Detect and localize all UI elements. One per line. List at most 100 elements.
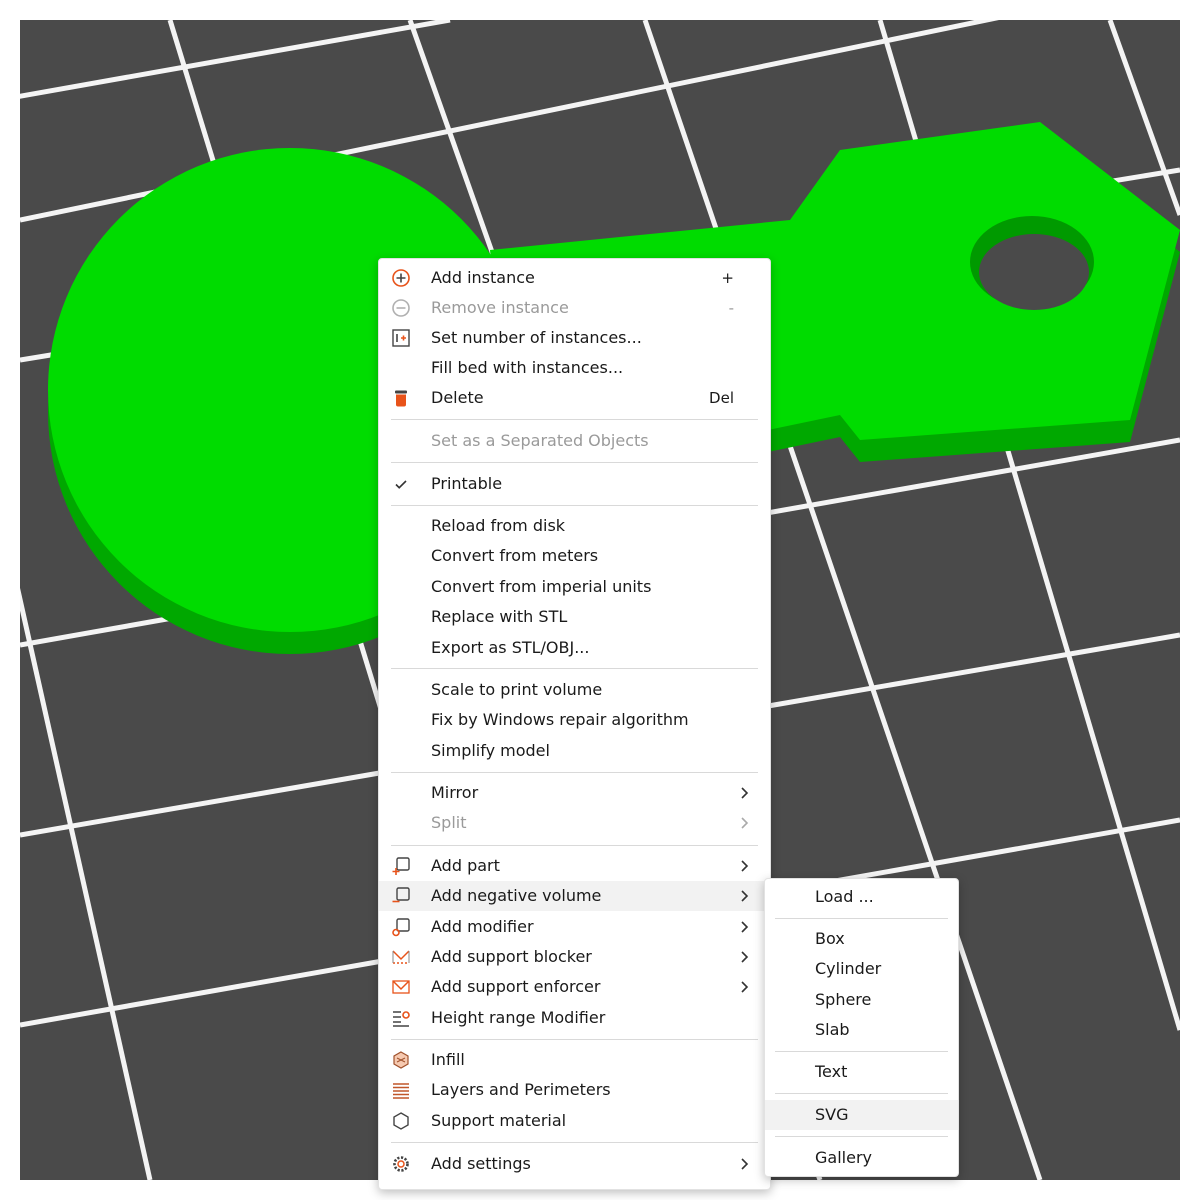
instances-number-icon [392, 329, 410, 347]
submenu-item-load[interactable]: Load ... [765, 882, 958, 912]
menu-item-label: Fix by Windows repair algorithm [431, 710, 689, 729]
menu-item-fix-windows-repair[interactable]: Fix by Windows repair algorithm [379, 705, 770, 735]
menu-item-simplify-model[interactable]: Simplify model [379, 736, 770, 766]
menu-item-label: Mirror [431, 783, 479, 802]
menu-item-label: Delete [431, 388, 484, 407]
menu-item-add-part[interactable]: Add part [379, 851, 770, 881]
menu-item-label: Reload from disk [431, 516, 566, 535]
shortcut-label: Del [709, 389, 734, 407]
negative-volume-submenu[interactable]: Load ... Box Cylinder Sphere Slab Text S… [764, 878, 959, 1177]
minus-circle-icon [392, 299, 410, 317]
submenu-item-label: Sphere [815, 990, 872, 1009]
menu-item-scale-to-print-volume[interactable]: Scale to print volume [379, 675, 770, 705]
menu-item-label: Split [431, 813, 467, 832]
shortcut-label: + [721, 269, 734, 287]
submenu-item-label: Cylinder [815, 959, 882, 978]
submenu-item-cylinder[interactable]: Cylinder [765, 954, 958, 984]
menu-item-infill[interactable]: Infill [379, 1045, 770, 1075]
menu-item-label: Add support enforcer [431, 977, 601, 996]
menu-item-label: Height range Modifier [431, 1008, 606, 1027]
submenu-item-box[interactable]: Box [765, 924, 958, 954]
chevron-right-icon [741, 981, 749, 993]
menu-item-add-instance[interactable]: Add instance + [379, 263, 770, 293]
menu-item-export-as-stl[interactable]: Export as STL/OBJ... [379, 633, 770, 663]
menu-item-label: Add modifier [431, 917, 534, 936]
submenu-item-svg[interactable]: SVG [765, 1100, 958, 1130]
menu-item-replace-with-stl[interactable]: Replace with STL [379, 602, 770, 632]
object-context-menu[interactable]: Add instance + Remove instance - Set num… [378, 258, 771, 1190]
support-enforcer-icon [392, 980, 410, 994]
menu-separator [775, 1093, 948, 1094]
menu-item-printable[interactable]: Printable [379, 469, 770, 499]
menu-item-set-as-separated-objects[interactable]: Set as a Separated Objects [379, 426, 770, 456]
menu-separator [775, 918, 948, 919]
add-modifier-icon [392, 918, 410, 937]
menu-item-set-number-of-instances[interactable]: Set number of instances... [379, 323, 770, 353]
submenu-item-label: SVG [815, 1105, 849, 1124]
menu-separator [391, 1039, 758, 1040]
hole-floor [979, 234, 1089, 310]
height-range-icon [393, 1011, 410, 1027]
submenu-item-gallery[interactable]: Gallery [765, 1143, 958, 1173]
submenu-item-label: Slab [815, 1020, 850, 1039]
layers-icon [393, 1083, 409, 1099]
menu-item-add-modifier[interactable]: Add modifier [379, 912, 770, 942]
menu-separator [775, 1051, 948, 1052]
menu-item-support-material[interactable]: Support material [379, 1106, 770, 1136]
menu-item-label: Add part [431, 856, 500, 875]
menu-item-delete[interactable]: Delete Del [379, 383, 770, 413]
plus-circle-icon [392, 269, 410, 287]
grid-line [20, 587, 153, 1180]
menu-item-add-support-blocker[interactable]: Add support blocker [379, 942, 770, 972]
menu-item-split[interactable]: Split [379, 808, 770, 838]
menu-separator [391, 845, 758, 846]
submenu-item-text[interactable]: Text [765, 1057, 958, 1087]
shortcut-label: - [728, 299, 734, 317]
menu-separator [391, 462, 758, 463]
submenu-item-label: Text [815, 1062, 848, 1081]
chevron-right-icon [741, 951, 749, 963]
menu-item-convert-from-imperial[interactable]: Convert from imperial units [379, 572, 770, 602]
menu-item-remove-instance[interactable]: Remove instance - [379, 293, 770, 323]
menu-item-label: Add support blocker [431, 947, 592, 966]
chevron-right-icon [741, 921, 749, 933]
menu-item-layers-and-perimeters[interactable]: Layers and Perimeters [379, 1075, 770, 1105]
support-material-icon [393, 1112, 409, 1130]
menu-item-label: Remove instance [431, 298, 569, 317]
menu-item-label: Printable [431, 474, 503, 493]
submenu-item-sphere[interactable]: Sphere [765, 985, 958, 1015]
submenu-item-label: Box [815, 929, 845, 948]
menu-separator [391, 772, 758, 773]
add-negative-volume-icon [392, 887, 410, 903]
infill-icon [393, 1051, 409, 1069]
menu-item-label: Convert from imperial units [431, 577, 652, 596]
settings-gear-icon [393, 1156, 409, 1172]
support-blocker-icon [392, 950, 410, 964]
menu-item-label: Layers and Perimeters [431, 1080, 611, 1099]
menu-item-add-negative-volume[interactable]: Add negative volume [379, 881, 770, 911]
menu-item-label: Set as a Separated Objects [431, 431, 649, 450]
menu-item-mirror[interactable]: Mirror [379, 778, 770, 808]
menu-item-add-settings[interactable]: Add settings [379, 1149, 770, 1179]
menu-item-label: Export as STL/OBJ... [431, 638, 590, 657]
submenu-item-slab[interactable]: Slab [765, 1015, 958, 1045]
menu-item-label: Convert from meters [431, 546, 599, 565]
menu-item-convert-from-meters[interactable]: Convert from meters [379, 541, 770, 571]
menu-item-label: Fill bed with instances... [431, 358, 624, 377]
chevron-right-icon [741, 817, 749, 829]
chevron-right-icon [741, 1158, 749, 1170]
menu-separator [391, 505, 758, 506]
trash-icon [395, 390, 407, 407]
menu-item-add-support-enforcer[interactable]: Add support enforcer [379, 972, 770, 1002]
chevron-right-icon [741, 890, 749, 902]
menu-item-reload-from-disk[interactable]: Reload from disk [379, 511, 770, 541]
submenu-item-label: Gallery [815, 1148, 872, 1167]
menu-item-label: Set number of instances... [431, 328, 642, 347]
menu-item-height-range-modifier[interactable]: Height range Modifier [379, 1003, 770, 1033]
submenu-item-label: Load ... [815, 887, 874, 906]
menu-item-label: Simplify model [431, 741, 550, 760]
menu-item-label: Add negative volume [431, 886, 602, 905]
grid-line [20, 20, 451, 99]
menu-item-fill-bed[interactable]: Fill bed with instances... [379, 353, 770, 383]
menu-item-label: Add instance [431, 268, 535, 287]
